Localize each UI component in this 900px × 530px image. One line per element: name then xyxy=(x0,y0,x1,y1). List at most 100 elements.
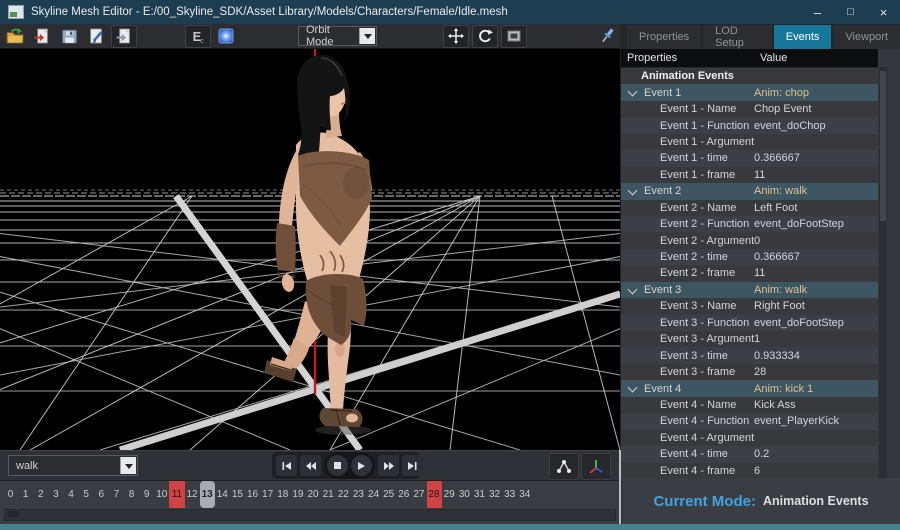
fast-forward-button[interactable] xyxy=(378,455,399,476)
skip-to-end-button[interactable] xyxy=(402,455,423,476)
timeline-frame-30[interactable]: 30 xyxy=(457,481,472,508)
timeline-frame-18[interactable]: 18 xyxy=(275,481,290,508)
edit-mesh-button[interactable] xyxy=(84,26,108,47)
skip-to-start-button[interactable] xyxy=(276,455,297,476)
property-row[interactable]: Event 3 - time0.933334 xyxy=(621,347,878,363)
timeline-frame-14[interactable]: 14 xyxy=(215,481,230,508)
tab-properties[interactable]: Properties xyxy=(627,25,701,49)
property-row[interactable]: Event 4 - time0.2 xyxy=(621,446,878,462)
timeline-frame-0[interactable]: 0 xyxy=(3,481,18,508)
property-row[interactable]: Event 4 - NameKick Ass xyxy=(621,397,878,413)
property-label: Event 2 xyxy=(621,185,754,197)
viewport-3d[interactable] xyxy=(0,49,620,450)
property-row[interactable]: Event 1 - frame11 xyxy=(621,167,878,183)
property-row[interactable]: Event 3Anim: walk xyxy=(621,282,878,298)
timeline-frame-31[interactable]: 31 xyxy=(472,481,487,508)
property-row[interactable]: Event 1Anim: chop xyxy=(621,84,878,100)
show-skeleton-button[interactable] xyxy=(549,453,579,480)
property-row[interactable]: Event 4 - Argument xyxy=(621,430,878,446)
property-row[interactable]: Event 2 - time0.366667 xyxy=(621,249,878,265)
timeline-frame-2[interactable]: 2 xyxy=(33,481,48,508)
export-mesh-button[interactable] xyxy=(111,25,137,48)
timeline-scroll-track[interactable] xyxy=(4,509,616,521)
timeline-frame-24[interactable]: 24 xyxy=(366,481,381,508)
timeline-frame-32[interactable]: 32 xyxy=(487,481,502,508)
stop-button[interactable] xyxy=(327,455,348,476)
timeline-frame-21[interactable]: 21 xyxy=(321,481,336,508)
rotate-tool-button[interactable] xyxy=(472,25,498,48)
property-row[interactable]: Event 4 - frame6 xyxy=(621,463,878,479)
timeline-frame-19[interactable]: 19 xyxy=(290,481,305,508)
scrollbar-thumb[interactable] xyxy=(880,71,886,221)
property-row[interactable]: Event 3 - Argument1 xyxy=(621,331,878,347)
timeline-frame-8[interactable]: 8 xyxy=(124,481,139,508)
timeline-frame-13[interactable]: 13 xyxy=(200,481,215,508)
timeline-frame-23[interactable]: 23 xyxy=(351,481,366,508)
timeline-frame-25[interactable]: 25 xyxy=(381,481,396,508)
timeline-frame-9[interactable]: 9 xyxy=(139,481,154,508)
show-axis-button[interactable] xyxy=(581,453,611,480)
property-row[interactable]: Event 2 - Functionevent_doFootStep xyxy=(621,216,878,232)
save-mesh-button[interactable] xyxy=(57,26,81,47)
property-row[interactable]: Event 2 - NameLeft Foot xyxy=(621,200,878,216)
timeline-frame-28[interactable]: 28 xyxy=(427,481,442,508)
panel-splitter[interactable] xyxy=(619,450,621,524)
maximize-button[interactable]: □ xyxy=(834,0,867,24)
tab-events[interactable]: Events xyxy=(774,25,832,49)
timeline-frame-11[interactable]: 11 xyxy=(169,481,184,508)
property-row[interactable]: Event 3 - NameRight Foot xyxy=(621,298,878,314)
play-button[interactable] xyxy=(351,455,372,476)
tab-viewport[interactable]: Viewport xyxy=(833,25,900,49)
property-row[interactable]: Event 1 - Functionevent_doChop xyxy=(621,117,878,133)
close-button[interactable]: × xyxy=(867,0,900,24)
light-toggle-button[interactable] xyxy=(214,26,238,47)
timeline-frame-27[interactable]: 27 xyxy=(411,481,426,508)
table-scrollbar[interactable] xyxy=(879,67,887,478)
dropdown-arrow-icon[interactable] xyxy=(120,457,136,474)
dropdown-arrow-icon[interactable] xyxy=(359,28,375,44)
property-row[interactable]: Event 2 - Argument0 xyxy=(621,232,878,248)
property-row[interactable]: Event 2 - frame11 xyxy=(621,265,878,281)
timeline-frame-12[interactable]: 12 xyxy=(185,481,200,508)
property-row[interactable]: Event 2Anim: walk xyxy=(621,183,878,199)
property-value: Anim: walk xyxy=(754,185,878,197)
timeline-frame-29[interactable]: 29 xyxy=(442,481,457,508)
property-row[interactable]: Animation Events xyxy=(621,68,878,84)
timeline-frame-7[interactable]: 7 xyxy=(109,481,124,508)
timeline-frame-3[interactable]: 3 xyxy=(48,481,63,508)
timeline-frame-17[interactable]: 17 xyxy=(260,481,275,508)
timeline-scroll-thumb[interactable] xyxy=(7,511,19,517)
timeline-frame-1[interactable]: 1 xyxy=(18,481,33,508)
mesh-entity-button[interactable]: E c xyxy=(185,25,211,48)
property-row[interactable]: Event 1 - Argument xyxy=(621,134,878,150)
property-row[interactable]: Event 3 - Functionevent_doFootStep xyxy=(621,315,878,331)
property-row[interactable]: Event 1 - NameChop Event xyxy=(621,101,878,117)
property-table-body: Animation EventsEvent 1Anim: chopEvent 1… xyxy=(621,68,878,479)
timeline-frame-33[interactable]: 33 xyxy=(502,481,517,508)
timeline-frame-22[interactable]: 22 xyxy=(336,481,351,508)
timeline-frame-10[interactable]: 10 xyxy=(154,481,169,508)
open-file-button[interactable] xyxy=(3,26,27,47)
timeline-frame-26[interactable]: 26 xyxy=(396,481,411,508)
timeline-frame-15[interactable]: 15 xyxy=(230,481,245,508)
timeline-frame-34[interactable]: 34 xyxy=(517,481,532,508)
timeline-frame-5[interactable]: 5 xyxy=(79,481,94,508)
pin-button[interactable] xyxy=(596,26,620,47)
timeline-frame-20[interactable]: 20 xyxy=(306,481,321,508)
timeline-frame-6[interactable]: 6 xyxy=(94,481,109,508)
camera-mode-select[interactable]: Orbit Mode xyxy=(298,26,377,46)
property-row[interactable]: Event 4 - Functionevent_PlayerKick xyxy=(621,413,878,429)
animation-select[interactable]: walk xyxy=(8,455,138,476)
timeline-frame-16[interactable]: 16 xyxy=(245,481,260,508)
minimize-button[interactable]: – xyxy=(801,0,834,24)
property-row[interactable]: Event 4Anim: kick 1 xyxy=(621,380,878,396)
timeline-frame-4[interactable]: 4 xyxy=(64,481,79,508)
property-row[interactable]: Event 1 - time0.366667 xyxy=(621,150,878,166)
property-row[interactable]: Event 3 - frame28 xyxy=(621,364,878,380)
tab-lod-setup[interactable]: LOD Setup xyxy=(703,25,772,49)
rewind-button[interactable] xyxy=(300,455,321,476)
property-label: Event 2 - Name xyxy=(621,202,754,214)
move-tool-button[interactable] xyxy=(443,25,469,48)
import-mesh-button[interactable] xyxy=(30,26,54,47)
scale-tool-button[interactable] xyxy=(501,25,527,48)
